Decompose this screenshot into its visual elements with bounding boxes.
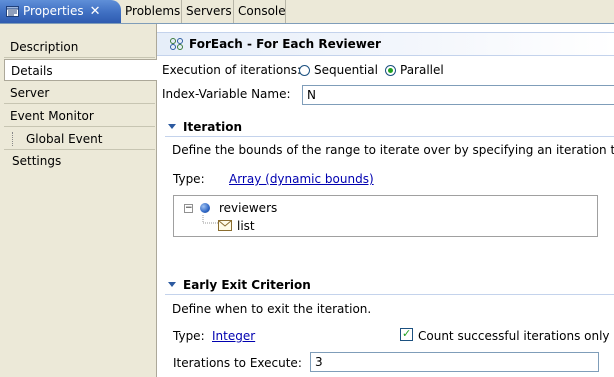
nav-item-label: Global Event Settings xyxy=(12,132,103,168)
page-title: ForEach - For Each Reviewer xyxy=(189,37,381,51)
tree-item-reviewers[interactable]: reviewers xyxy=(219,201,277,215)
tab-problems-label: Problems xyxy=(125,4,181,18)
property-sections-nav: Description Details Server Event Monitor… xyxy=(0,24,157,377)
iteration-type-link[interactable]: Array (dynamic bounds) xyxy=(229,172,374,186)
early-exit-type-link[interactable]: Integer xyxy=(212,329,255,343)
section-header: ForEach - For Each Reviewer xyxy=(157,32,614,56)
iteration-type-label: Type: xyxy=(173,172,205,186)
details-panel: ForEach - For Each Reviewer Execution of… xyxy=(157,24,614,377)
iteration-variable-tree: − reviewers list xyxy=(173,195,598,237)
message-type-icon xyxy=(218,220,232,231)
view-tab-bar: Properties ✕ Problems Servers Console xyxy=(0,0,614,24)
collapse-triangle-icon xyxy=(168,282,176,287)
index-variable-label: Index-Variable Name: xyxy=(162,87,291,101)
nav-item-event-monitor[interactable]: Event Monitor xyxy=(4,105,155,127)
radio-sequential[interactable] xyxy=(299,65,310,76)
properties-icon xyxy=(6,6,19,17)
tab-servers[interactable]: Servers xyxy=(182,0,234,23)
count-successful-checkbox[interactable]: ✓ xyxy=(400,327,413,341)
tab-servers-label: Servers xyxy=(186,4,232,18)
radio-parallel[interactable] xyxy=(385,65,396,76)
nav-item-label: Event Monitor xyxy=(10,109,94,123)
iteration-description: Define the bounds of the range to iterat… xyxy=(172,143,614,157)
collapse-tree-icon[interactable]: − xyxy=(184,204,193,213)
nav-item-label: Details xyxy=(11,64,53,78)
nav-item-global-event-settings[interactable]: Global Event Settings xyxy=(4,128,155,168)
early-exit-title-text: Early Exit Criterion xyxy=(183,278,311,292)
foreach-icon xyxy=(170,38,183,50)
index-variable-field[interactable]: N xyxy=(302,85,614,105)
tree-item-list[interactable]: list xyxy=(237,219,255,233)
checkmark-icon: ✓ xyxy=(402,327,412,340)
iteration-title-text: Iteration xyxy=(183,120,242,134)
tab-console-label: Console xyxy=(238,4,286,18)
early-exit-section-title[interactable]: Early Exit Criterion xyxy=(168,278,311,292)
iteration-section-title[interactable]: Iteration xyxy=(168,120,242,134)
close-icon[interactable]: ✕ xyxy=(90,0,101,23)
tab-console[interactable]: Console xyxy=(234,0,286,23)
execution-label: Execution of iterations: xyxy=(162,63,302,77)
radio-sequential-label: Sequential xyxy=(314,63,378,77)
tab-properties[interactable]: Properties ✕ xyxy=(0,0,121,23)
early-exit-description: Define when to exit the iteration. xyxy=(172,302,372,316)
count-successful-label: Count successful iterations only xyxy=(418,329,610,343)
tree-line xyxy=(12,132,14,146)
nav-item-server[interactable]: Server xyxy=(4,82,155,104)
nav-item-label: Description xyxy=(10,40,79,54)
collapse-triangle-icon xyxy=(168,124,176,129)
tree-connector xyxy=(202,215,218,224)
tab-properties-label: Properties xyxy=(23,4,84,18)
nav-item-label: Server xyxy=(10,86,50,100)
nav-item-description[interactable]: Description xyxy=(4,36,155,58)
section-divider xyxy=(165,294,614,295)
iterations-to-execute-label: Iterations to Execute: xyxy=(173,356,302,370)
early-exit-type-label: Type: xyxy=(173,329,205,343)
variable-icon xyxy=(200,203,210,213)
radio-parallel-label: Parallel xyxy=(400,63,444,77)
nav-item-details[interactable]: Details xyxy=(4,59,157,81)
iterations-to-execute-field[interactable]: 3 xyxy=(310,352,599,372)
tab-problems[interactable]: Problems xyxy=(121,0,182,23)
section-divider xyxy=(165,136,614,137)
